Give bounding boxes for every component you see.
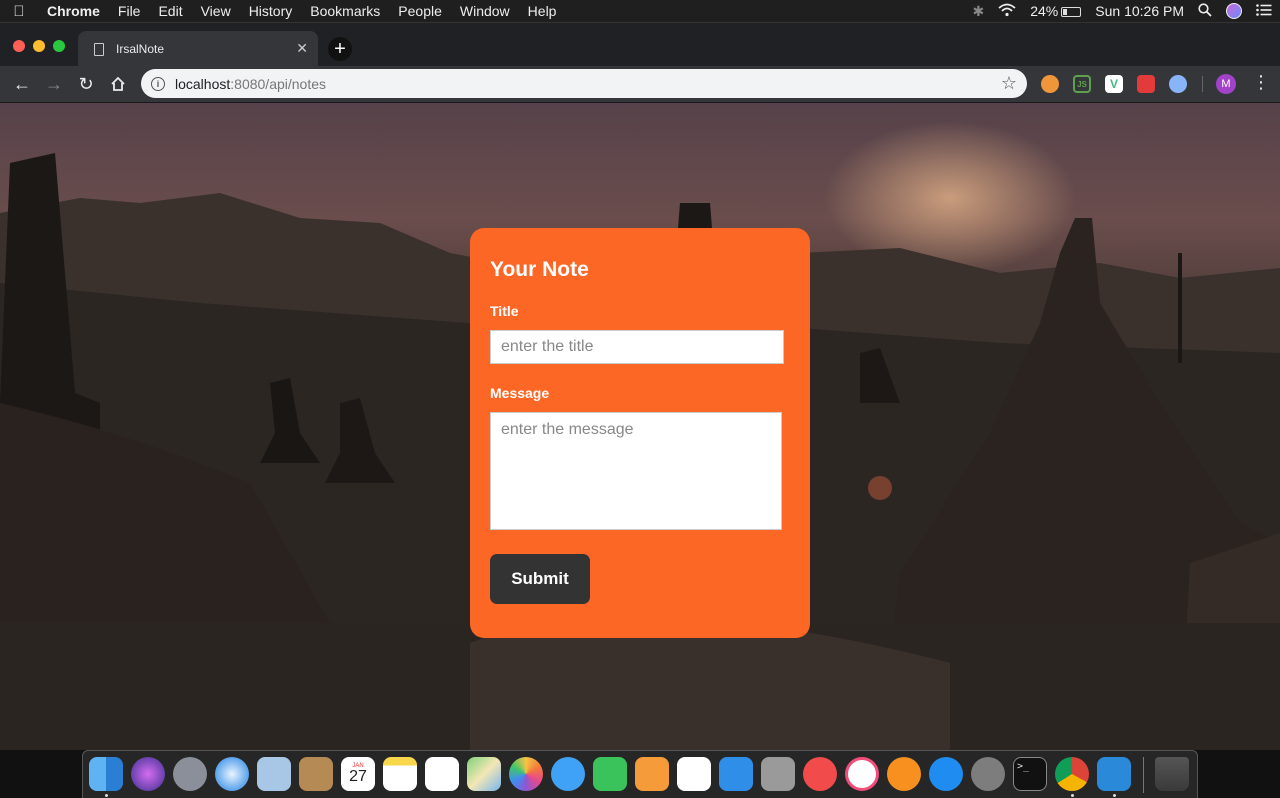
reminders-icon[interactable]	[425, 757, 459, 791]
finder-icon[interactable]	[89, 757, 123, 791]
menu-window[interactable]: Window	[451, 3, 519, 19]
menu-bookmarks[interactable]: Bookmarks	[301, 3, 389, 19]
bookmark-star-icon[interactable]: ☆	[1001, 73, 1017, 94]
menu-app-name[interactable]: Chrome	[38, 3, 109, 19]
message-textarea[interactable]	[490, 412, 782, 530]
photos-icon[interactable]	[509, 757, 543, 791]
chrome-running-indicator	[1071, 794, 1074, 797]
metamask-icon[interactable]	[1041, 75, 1059, 93]
music-icon[interactable]	[845, 757, 879, 791]
url-host: localhost	[175, 75, 231, 92]
page-viewport: Your Note Title Message Submit	[0, 103, 1280, 750]
spotlight-search-icon[interactable]	[1198, 2, 1212, 20]
menubar-status-area: ✱ 24% Sun 10:26 PM	[973, 0, 1273, 22]
page-favicon-icon	[94, 42, 104, 56]
keynote-icon[interactable]	[719, 757, 753, 791]
calculator-icon[interactable]	[761, 757, 795, 791]
pages-icon[interactable]	[635, 757, 669, 791]
menu-edit[interactable]: Edit	[149, 3, 191, 19]
home-button[interactable]	[106, 72, 130, 96]
title-input[interactable]	[490, 330, 784, 364]
tab-close-icon[interactable]: ✕	[296, 40, 308, 57]
calendar-icon[interactable]: JAN 27	[341, 757, 375, 791]
notification-center-icon[interactable]	[1256, 3, 1272, 19]
trash-icon[interactable]	[1155, 757, 1189, 791]
books-icon[interactable]	[887, 757, 921, 791]
system-preferences-icon[interactable]	[971, 757, 1005, 791]
clock[interactable]: Sun 10:26 PM	[1095, 3, 1184, 19]
url-path: :8080/api/notes	[230, 75, 327, 92]
menu-help[interactable]: Help	[519, 3, 566, 19]
macos-dock: JAN 27 >_	[82, 750, 1198, 798]
maps-icon[interactable]	[467, 757, 501, 791]
redux-icon[interactable]	[1137, 75, 1155, 93]
browser-tabstrip: IrsalNote ✕ +	[0, 22, 1280, 67]
nodejs-icon[interactable]: JS	[1073, 75, 1091, 93]
vscode-icon[interactable]	[1097, 757, 1131, 791]
toolbar-divider	[1202, 76, 1203, 92]
back-button[interactable]: ←	[10, 72, 34, 96]
contacts-icon[interactable]	[299, 757, 333, 791]
note-form-card: Your Note Title Message Submit	[470, 228, 810, 638]
macos-menubar:  Chrome File Edit View History Bookmark…	[0, 0, 1280, 22]
window-minimize-button[interactable]	[33, 40, 45, 52]
apple-menu-icon[interactable]: 	[0, 3, 38, 20]
form-heading: Your Note	[490, 258, 589, 281]
vscode-running-indicator	[1113, 794, 1116, 797]
browser-toolbar: ← → ↻ i localhost:8080/api/notes ☆ JS V …	[0, 66, 1280, 103]
calendar-day: 27	[349, 768, 367, 785]
app-store-icon[interactable]	[929, 757, 963, 791]
notes-icon[interactable]	[383, 757, 417, 791]
news-icon[interactable]	[803, 757, 837, 791]
menu-view[interactable]: View	[192, 3, 240, 19]
bluetooth-icon[interactable]: ✱	[973, 3, 985, 20]
title-label: Title	[490, 303, 519, 319]
window-close-button[interactable]	[13, 40, 25, 52]
launchpad-icon[interactable]	[173, 757, 207, 791]
wifi-icon[interactable]	[998, 3, 1016, 20]
battery-percent: 24%	[1030, 3, 1059, 19]
mail-bird-icon[interactable]	[257, 757, 291, 791]
window-zoom-button[interactable]	[53, 40, 65, 52]
submit-button[interactable]: Submit	[490, 554, 590, 604]
facetime-icon[interactable]	[593, 757, 627, 791]
messages-icon[interactable]	[551, 757, 585, 791]
tab-title: IrsalNote	[116, 42, 165, 56]
battery-icon	[1061, 7, 1082, 18]
numbers-icon[interactable]	[677, 757, 711, 791]
new-tab-button[interactable]: +	[328, 37, 352, 61]
siri-app-icon[interactable]	[131, 757, 165, 791]
browser-tab-active[interactable]: IrsalNote ✕	[78, 31, 318, 67]
terminal-icon[interactable]: >_	[1013, 757, 1047, 791]
chrome-menu-icon[interactable]: ⋮	[1252, 72, 1270, 93]
reload-button[interactable]: ↻	[74, 72, 98, 96]
menu-file[interactable]: File	[109, 3, 150, 19]
extension-icon[interactable]	[1169, 75, 1187, 93]
dock-separator	[1143, 757, 1144, 793]
vue-devtools-icon[interactable]: V	[1105, 75, 1123, 93]
safari-icon[interactable]	[215, 757, 249, 791]
forward-button[interactable]: →	[42, 72, 66, 96]
chrome-icon[interactable]	[1055, 757, 1089, 791]
siri-icon[interactable]	[1226, 3, 1242, 19]
address-bar[interactable]: i localhost:8080/api/notes ☆	[141, 69, 1027, 98]
menu-people[interactable]: People	[389, 3, 451, 19]
battery-status[interactable]: 24%	[1030, 3, 1082, 19]
finder-running-indicator	[105, 794, 108, 797]
profile-avatar-button[interactable]: M	[1216, 74, 1236, 94]
site-info-icon[interactable]: i	[151, 76, 165, 91]
menu-history[interactable]: History	[240, 3, 302, 19]
message-label: Message	[490, 385, 550, 401]
